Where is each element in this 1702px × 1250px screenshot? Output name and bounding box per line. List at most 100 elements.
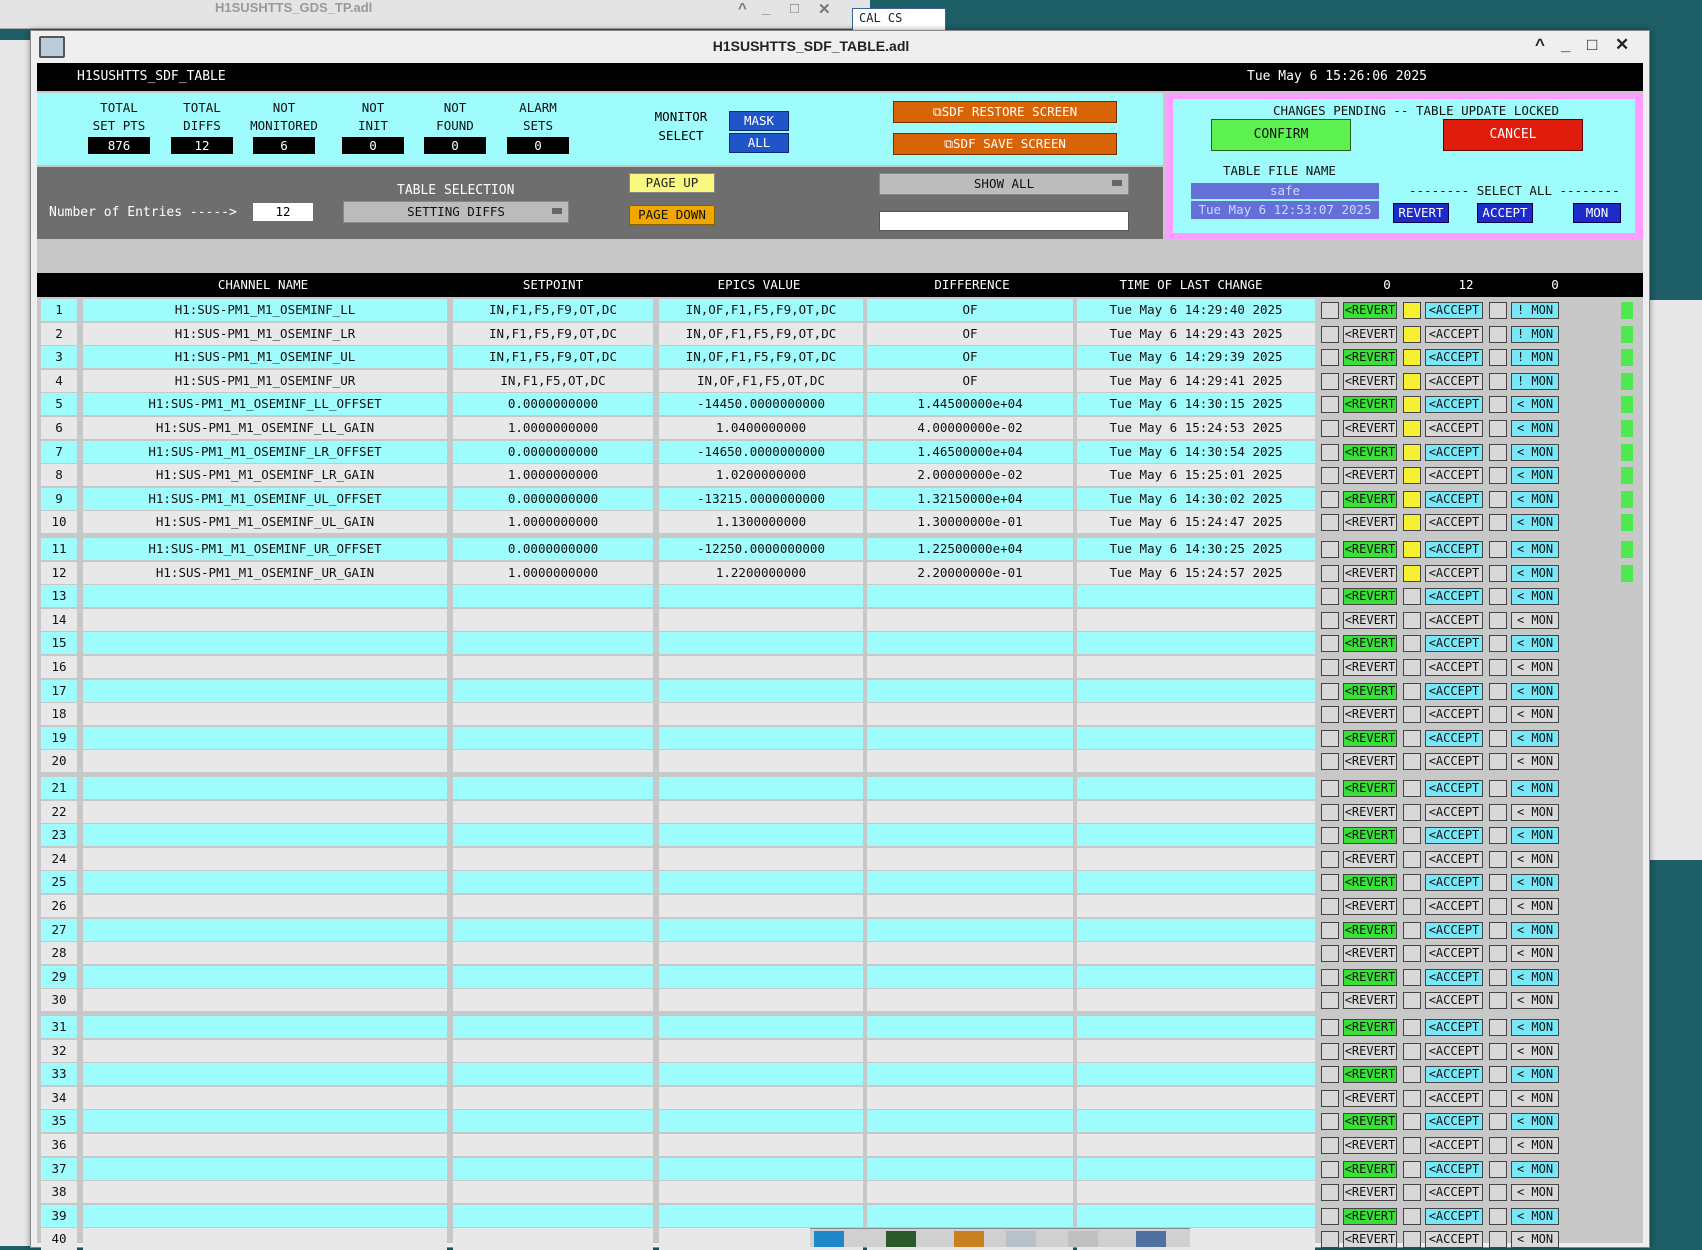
mon-checkbox[interactable] [1489, 1043, 1507, 1060]
revert-button[interactable]: <REVERT [1343, 467, 1397, 484]
accept-checkbox[interactable] [1403, 1231, 1421, 1248]
revert-button[interactable]: <REVERT [1343, 444, 1397, 461]
mon-checkbox[interactable] [1489, 827, 1507, 844]
revert-button[interactable]: <REVERT [1343, 1113, 1397, 1130]
mon-button[interactable]: < MON [1511, 541, 1559, 558]
accept-button[interactable]: <ACCEPT [1425, 1137, 1483, 1154]
table-selection-menu[interactable]: SETTING DIFFS [343, 201, 569, 223]
mon-checkbox[interactable] [1489, 804, 1507, 821]
mon-checkbox[interactable] [1489, 635, 1507, 652]
accept-button[interactable]: <ACCEPT [1425, 753, 1483, 770]
mon-button[interactable]: < MON [1511, 467, 1559, 484]
mon-checkbox[interactable] [1489, 659, 1507, 676]
mon-checkbox[interactable] [1489, 851, 1507, 868]
mon-checkbox[interactable] [1489, 467, 1507, 484]
revert-checkbox[interactable] [1321, 992, 1339, 1009]
accept-checkbox[interactable] [1403, 1113, 1421, 1130]
mon-checkbox[interactable] [1489, 565, 1507, 582]
revert-checkbox[interactable] [1321, 874, 1339, 891]
revert-button[interactable]: <REVERT [1343, 565, 1397, 582]
revert-button[interactable]: <REVERT [1343, 780, 1397, 797]
accept-button[interactable]: <ACCEPT [1425, 1231, 1483, 1248]
revert-button[interactable]: <REVERT [1343, 1231, 1397, 1248]
revert-button[interactable]: <REVERT [1343, 1043, 1397, 1060]
revert-button[interactable]: <REVERT [1343, 659, 1397, 676]
accept-checkbox[interactable] [1403, 1137, 1421, 1154]
cal-cs-button[interactable]: CAL CS [852, 8, 946, 32]
revert-checkbox[interactable] [1321, 1137, 1339, 1154]
mon-checkbox[interactable] [1489, 396, 1507, 413]
revert-all-button[interactable]: REVERT [1393, 203, 1449, 223]
accept-checkbox[interactable] [1403, 706, 1421, 723]
revert-checkbox[interactable] [1321, 804, 1339, 821]
accept-button[interactable]: <ACCEPT [1425, 588, 1483, 605]
accept-button[interactable]: <ACCEPT [1425, 804, 1483, 821]
revert-button[interactable]: <REVERT [1343, 588, 1397, 605]
mon-button[interactable]: < MON [1511, 851, 1559, 868]
revert-checkbox[interactable] [1321, 1066, 1339, 1083]
accept-button[interactable]: <ACCEPT [1425, 373, 1483, 390]
accept-button[interactable]: <ACCEPT [1425, 945, 1483, 962]
accept-button[interactable]: <ACCEPT [1425, 420, 1483, 437]
accept-checkbox[interactable] [1403, 514, 1421, 531]
accept-checkbox[interactable] [1403, 780, 1421, 797]
revert-checkbox[interactable] [1321, 753, 1339, 770]
revert-checkbox[interactable] [1321, 467, 1339, 484]
revert-button[interactable]: <REVERT [1343, 827, 1397, 844]
accept-checkbox[interactable] [1403, 373, 1421, 390]
revert-button[interactable]: <REVERT [1343, 969, 1397, 986]
revert-button[interactable]: <REVERT [1343, 706, 1397, 723]
all-button[interactable]: ALL [729, 133, 789, 153]
revert-checkbox[interactable] [1321, 302, 1339, 319]
mon-button[interactable]: ! MON [1511, 373, 1559, 390]
mask-button[interactable]: MASK [729, 111, 789, 131]
revert-button[interactable]: <REVERT [1343, 373, 1397, 390]
accept-checkbox[interactable] [1403, 420, 1421, 437]
mon-button[interactable]: < MON [1511, 565, 1559, 582]
mon-checkbox[interactable] [1489, 612, 1507, 629]
revert-checkbox[interactable] [1321, 565, 1339, 582]
accept-checkbox[interactable] [1403, 1184, 1421, 1201]
accept-checkbox[interactable] [1403, 588, 1421, 605]
accept-button[interactable]: <ACCEPT [1425, 565, 1483, 582]
mon-all-button[interactable]: MON [1573, 203, 1621, 223]
revert-checkbox[interactable] [1321, 1184, 1339, 1201]
mon-button[interactable]: < MON [1511, 1184, 1559, 1201]
mon-checkbox[interactable] [1489, 491, 1507, 508]
revert-button[interactable]: <REVERT [1343, 730, 1397, 747]
mon-button[interactable]: < MON [1511, 612, 1559, 629]
revert-checkbox[interactable] [1321, 1208, 1339, 1225]
confirm-button[interactable]: CONFIRM [1211, 119, 1351, 151]
mon-checkbox[interactable] [1489, 1113, 1507, 1130]
accept-checkbox[interactable] [1403, 683, 1421, 700]
mon-button[interactable]: < MON [1511, 706, 1559, 723]
accept-button[interactable]: <ACCEPT [1425, 827, 1483, 844]
accept-button[interactable]: <ACCEPT [1425, 683, 1483, 700]
revert-checkbox[interactable] [1321, 827, 1339, 844]
mon-button[interactable]: < MON [1511, 898, 1559, 915]
mon-button[interactable]: < MON [1511, 945, 1559, 962]
revert-checkbox[interactable] [1321, 969, 1339, 986]
files-icon[interactable] [954, 1231, 984, 1247]
mon-button[interactable]: < MON [1511, 420, 1559, 437]
mon-button[interactable]: < MON [1511, 396, 1559, 413]
mon-button[interactable]: < MON [1511, 491, 1559, 508]
revert-checkbox[interactable] [1321, 1043, 1339, 1060]
revert-button[interactable]: <REVERT [1343, 1161, 1397, 1178]
mon-checkbox[interactable] [1489, 588, 1507, 605]
revert-button[interactable]: <REVERT [1343, 898, 1397, 915]
accept-checkbox[interactable] [1403, 349, 1421, 366]
accept-checkbox[interactable] [1403, 326, 1421, 343]
revert-button[interactable]: <REVERT [1343, 804, 1397, 821]
mon-button[interactable]: < MON [1511, 444, 1559, 461]
mon-checkbox[interactable] [1489, 349, 1507, 366]
revert-button[interactable]: <REVERT [1343, 420, 1397, 437]
mon-checkbox[interactable] [1489, 444, 1507, 461]
revert-checkbox[interactable] [1321, 659, 1339, 676]
revert-button[interactable]: <REVERT [1343, 612, 1397, 629]
accept-checkbox[interactable] [1403, 969, 1421, 986]
mon-button[interactable]: < MON [1511, 683, 1559, 700]
revert-checkbox[interactable] [1321, 922, 1339, 939]
mon-button[interactable]: < MON [1511, 874, 1559, 891]
sdf-save-button[interactable]: ⧉SDF SAVE SCREEN [893, 133, 1117, 155]
